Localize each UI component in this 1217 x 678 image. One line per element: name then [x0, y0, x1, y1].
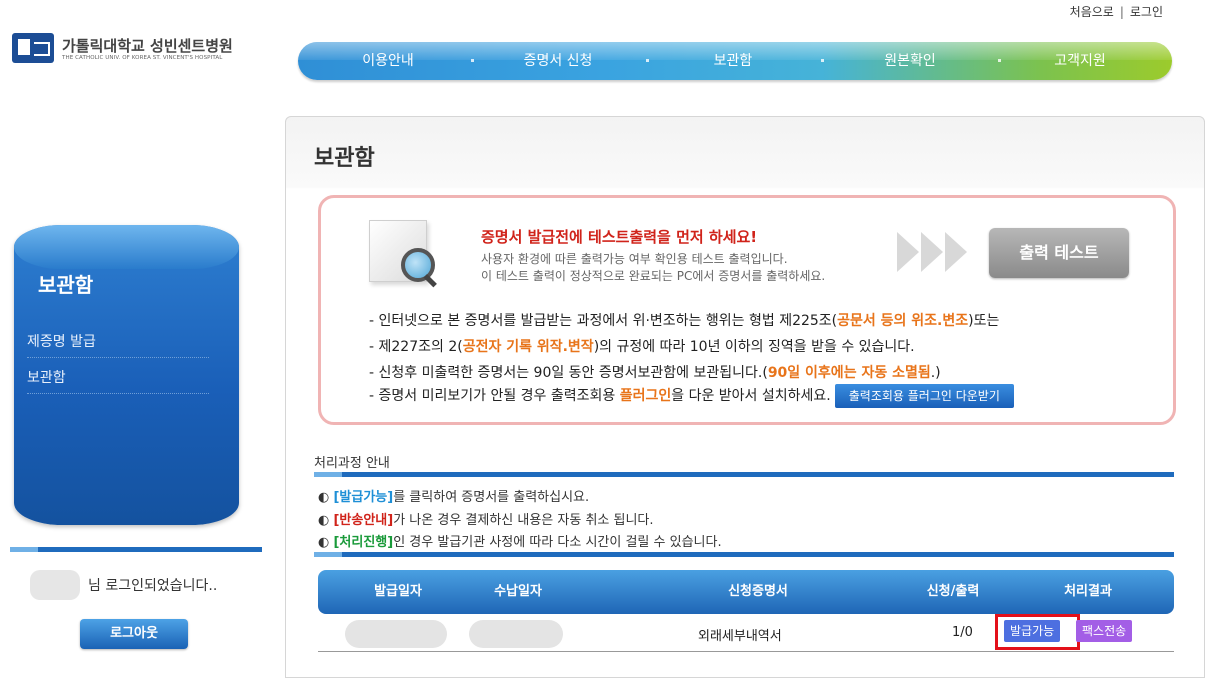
plugin-download-button[interactable]: 출력조회용 플러그인 다운받기 — [834, 384, 1014, 408]
main-nav: 이용안내 증명서 신청 보관함 원본확인 고객지원 — [298, 42, 1172, 80]
issue-available-button[interactable]: 발급가능 — [1004, 620, 1061, 642]
sidebar-item-storage[interactable]: 보관함 — [27, 367, 209, 394]
login-status: 님 로그인되었습니다.. — [88, 578, 218, 594]
row-divider — [318, 651, 1174, 652]
rule-text: - 증명서 미리보기가 안될 경우 출력조회용 — [369, 388, 620, 404]
column-result: 처리결과 — [1064, 584, 1112, 599]
print-test-button[interactable]: 출력 테스트 — [989, 228, 1129, 278]
sidebar-title: 보관함 — [38, 273, 94, 297]
logo-subtitle: THE CATHOLIC UNIV. OF KOREA ST. VINCENT'… — [62, 55, 223, 61]
sidebar-item-certificate-issue[interactable]: 제증명 발급 — [27, 331, 209, 358]
rule-text: )의 규정에 따라 10년 이하의 징역을 받을 수 있습니다. — [593, 339, 915, 355]
chevron-right-icon — [897, 232, 919, 272]
user-name-redacted — [30, 570, 80, 600]
nav-item-verify[interactable]: 원본확인 — [850, 42, 970, 80]
rule-line-1: - 인터넷으로 본 증명서를 발급받는 과정에서 위·변조하는 행위는 형법 제… — [369, 310, 999, 330]
chevron-right-icon — [945, 232, 967, 272]
status-tag: [처리진행] — [333, 535, 394, 550]
logout-button[interactable]: 로그아웃 — [80, 619, 188, 649]
page-title: 보관함 — [314, 146, 375, 171]
status-tag: [발급가능] — [333, 490, 394, 505]
rule-text: - 제227조의 2( — [369, 339, 463, 355]
login-link[interactable]: 로그인 — [1130, 5, 1163, 19]
rule-text: .) — [930, 365, 941, 381]
process-divider-top — [314, 472, 1174, 477]
rule-text: 을 다운 받아서 설치하세요. — [671, 388, 831, 404]
rule-highlight: 공전자 기록 위작.변작 — [462, 339, 594, 355]
process-line-3: ◐ [처리진행]인 경우 발급기관 사정에 따라 다소 시간이 걸릴 수 있습니… — [318, 531, 722, 550]
chevron-right-icon — [921, 232, 943, 272]
nav-separator — [998, 59, 1001, 62]
logo-title: 가톨릭대학교 성빈센트병원 — [62, 37, 233, 55]
fax-send-button[interactable]: 팩스전송 — [1076, 620, 1133, 642]
process-guide-title: 처리과정 안내 — [314, 456, 390, 471]
column-request-print: 신청/출력 — [926, 584, 980, 599]
process-line-1: ◐ [발급가능]를 클릭하여 증명서를 출력하십시요. — [318, 486, 589, 505]
process-text: 인 경우 발급기관 사정에 따라 다소 시간이 걸릴 수 있습니다. — [393, 535, 722, 550]
hospital-logo-icon — [12, 33, 54, 63]
rule-text: )또는 — [968, 313, 1000, 329]
column-certificate: 신청증명서 — [728, 584, 788, 599]
print-test-notice: 증명서 발급전에 테스트출력을 먼저 하세요! 사용자 환경에 따른 출력가능 … — [318, 195, 1176, 425]
warning-line-2: 이 테스트 출력이 정상적으로 완료되는 PC에서 증명서를 출력하세요. — [481, 269, 826, 283]
process-divider-bottom — [314, 552, 1174, 557]
rule-line-3: - 신청후 미출력한 증명서는 90일 동안 증명서보관함에 보관됩니다.(90… — [369, 362, 941, 382]
nav-item-apply[interactable]: 증명서 신청 — [498, 42, 618, 80]
bullet-icon: ◐ — [318, 513, 330, 528]
warning-line-1: 사용자 환경에 따른 출력가능 여부 확인용 테스트 출력입니다. — [481, 252, 788, 266]
status-tag: [반송안내] — [333, 513, 394, 528]
warning-title: 증명서 발급전에 테스트출력을 먼저 하세요! — [481, 228, 758, 246]
top-links-separator: | — [1119, 5, 1124, 19]
column-issue-date: 발급일자 — [374, 584, 422, 599]
issue-date-redacted — [345, 620, 447, 648]
nav-item-support[interactable]: 고객지원 — [1020, 42, 1140, 80]
hospital-logo[interactable]: 가톨릭대학교 성빈센트병원 THE CATHOLIC UNIV. OF KORE… — [12, 33, 272, 73]
home-link[interactable]: 처음으로 — [1070, 5, 1114, 19]
sidebar-divider — [10, 547, 262, 552]
sidebar-panel: 보관함 제증명 발급 보관함 — [14, 225, 239, 525]
rule-highlight: 공문서 등의 위조.변조 — [837, 313, 969, 329]
nav-separator — [471, 59, 474, 62]
top-links: 처음으로 | 로그인 — [1070, 3, 1163, 20]
certificate-name: 외래세부내역서 — [698, 629, 782, 644]
table-header: 발급일자 수납일자 신청증명서 신청/출력 처리결과 — [318, 570, 1174, 614]
nav-separator — [646, 59, 649, 62]
request-print-count: 1/0 — [952, 625, 973, 640]
bullet-icon: ◐ — [318, 490, 330, 505]
rule-text: - 인터넷으로 본 증명서를 발급받는 과정에서 위·변조하는 행위는 형법 제… — [369, 313, 838, 329]
bullet-icon: ◐ — [318, 535, 330, 550]
nav-item-guide[interactable]: 이용안내 — [328, 42, 448, 80]
process-line-2: ◐ [반송안내]가 나온 경우 결제하신 내용은 자동 취소 됩니다. — [318, 509, 654, 528]
main-content: 보관함 증명서 발급전에 테스트출력을 먼저 하세요! 사용자 환경에 따른 출… — [285, 116, 1205, 678]
column-payment-date: 수납일자 — [494, 584, 542, 599]
process-text: 가 나온 경우 결제하신 내용은 자동 취소 됩니다. — [393, 513, 654, 528]
nav-item-storage[interactable]: 보관함 — [673, 42, 793, 80]
rule-line-4: - 증명서 미리보기가 안될 경우 출력조회용 플러그인을 다운 받아서 설치하… — [369, 384, 1014, 408]
rule-highlight: 플러그인 — [619, 388, 672, 404]
nav-separator — [821, 59, 824, 62]
process-text: 를 클릭하여 증명서를 출력하십시요. — [393, 490, 590, 505]
rule-text: - 신청후 미출력한 증명서는 90일 동안 증명서보관함에 보관됩니다.( — [369, 365, 768, 381]
rule-line-2: - 제227조의 2(공전자 기록 위작.변작)의 규정에 따라 10년 이하의… — [369, 336, 915, 356]
rule-highlight: 90일 이후에는 자동 소멸됨 — [767, 365, 931, 381]
payment-date-redacted — [469, 620, 563, 648]
